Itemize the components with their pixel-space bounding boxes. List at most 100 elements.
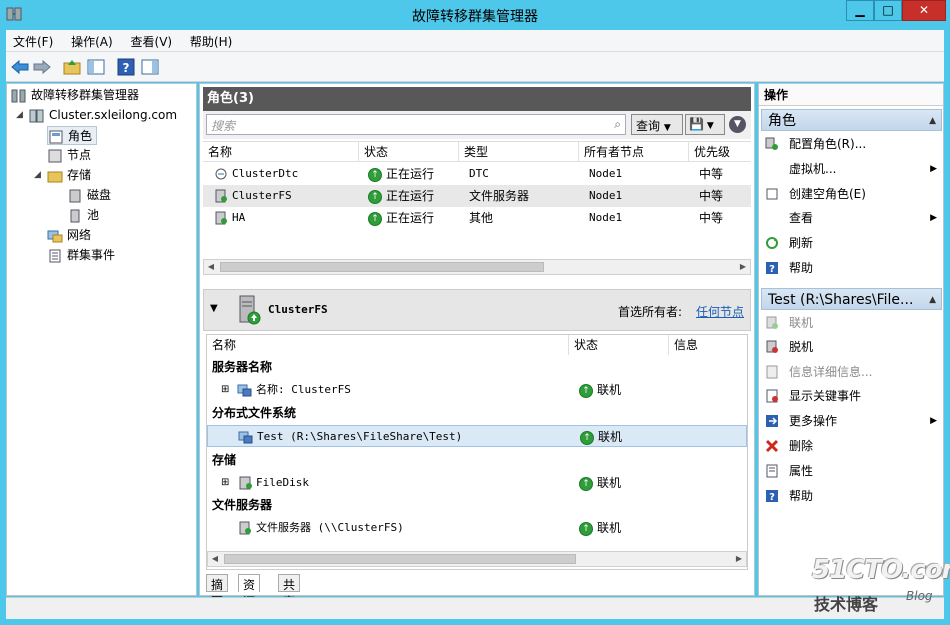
online-arrow-icon: ↑	[579, 383, 593, 398]
forward-arrow-icon[interactable]	[32, 57, 52, 77]
action-more-actions[interactable]: 更多操作 ▶	[763, 411, 941, 431]
maximize-button[interactable]: □	[874, 0, 902, 21]
submenu-arrow-icon: ▶	[930, 213, 937, 223]
properties-icon	[766, 464, 778, 478]
watermark-subtitle: 技术博客	[814, 595, 879, 614]
table-row[interactable]: ClusterDtc ↑ 正在运行 DTC Node1 中等	[203, 163, 751, 185]
tree-cluster[interactable]: Cluster.sxleilong.com	[29, 106, 177, 125]
tree-networks[interactable]: 网络	[47, 226, 91, 245]
menu-file[interactable]: 文件(F)	[6, 30, 60, 53]
column-header-status[interactable]: 状态	[359, 142, 459, 162]
action-create-empty-role[interactable]: 创建空角色(E)	[763, 184, 941, 204]
collapse-icon[interactable]: ◢	[16, 110, 23, 120]
menu-help[interactable]: 帮助(H)	[183, 30, 239, 53]
tab-summary[interactable]: 摘要	[206, 574, 229, 609]
search-input[interactable]: 搜索 ⌕	[206, 114, 626, 135]
resource-status: 联机	[597, 521, 622, 535]
tab-shares[interactable]: 共享	[278, 574, 301, 609]
role-type: 其他	[469, 211, 494, 225]
save-query-button[interactable]: 💾 ▼	[685, 114, 725, 135]
watermark-brand: 51CTO.com	[812, 555, 950, 585]
minimize-button[interactable]: ▁	[846, 0, 874, 21]
menu-view[interactable]: 查看(V)	[124, 30, 180, 53]
scroll-right-icon[interactable]: ▶	[736, 260, 750, 274]
list-item[interactable]: ⊞ 名称: ClusterFS ↑ 联机	[207, 379, 747, 401]
action-label: 联机	[789, 316, 814, 330]
expand-icon[interactable]: ⊞	[221, 472, 229, 494]
scroll-left-icon[interactable]: ◀	[204, 260, 218, 274]
column-header-name[interactable]: 名称	[207, 335, 569, 355]
column-header-priority[interactable]: 优先级	[689, 142, 751, 162]
column-header-info[interactable]: 信息	[669, 335, 747, 355]
table-row[interactable]: HA ↑ 正在运行 其他 Node1 中等	[203, 207, 751, 229]
tree-events[interactable]: 群集事件	[47, 246, 115, 265]
action-refresh[interactable]: 刷新	[763, 233, 941, 253]
back-arrow-icon[interactable]	[10, 57, 30, 77]
role-priority: 中等	[699, 167, 724, 181]
menu-action[interactable]: 操作(A)	[64, 30, 120, 53]
action-view[interactable]: 查看 ▶	[763, 208, 941, 228]
collapse-chevron-icon[interactable]: ▼	[210, 303, 218, 314]
scroll-right-icon[interactable]: ▶	[732, 552, 746, 566]
close-button[interactable]: ✕	[902, 0, 946, 21]
show-hide-action-pane-icon[interactable]	[140, 57, 160, 77]
tree-pools-label: 池	[87, 208, 100, 222]
tab-resources[interactable]: 资源	[238, 574, 261, 609]
roles-table: 名称 状态 类型 所有者节点 优先级 ClusterDtc ↑ 正在运行 DTC …	[203, 141, 751, 275]
action-detailed-info[interactable]: 信息详细信息...	[763, 362, 941, 382]
collapse-up-icon[interactable]: ▲	[929, 110, 936, 130]
role-status-cell: ↑ 正在运行	[368, 163, 434, 185]
action-delete[interactable]: 删除	[763, 436, 941, 456]
list-item[interactable]: ⊞ FileDisk ↑ 联机	[207, 472, 747, 494]
action-label: 脱机	[789, 340, 814, 354]
help-icon[interactable]: ?	[116, 57, 136, 77]
scroll-left-icon[interactable]: ◀	[208, 552, 222, 566]
tree-roles[interactable]: 角色	[47, 126, 98, 145]
tree-storage[interactable]: 存储	[47, 166, 91, 185]
column-header-name[interactable]: 名称	[203, 142, 359, 162]
action-help[interactable]: ? 帮助	[763, 258, 941, 278]
list-item[interactable]: 文件服务器 (\\ClusterFS) ↑ 联机	[207, 517, 747, 539]
roles-header: 角色(3)	[203, 87, 751, 111]
action-virtual-machines[interactable]: 虚拟机... ▶	[763, 159, 941, 179]
tree-pools[interactable]: 池	[67, 206, 99, 225]
empty-role-icon	[766, 188, 778, 200]
action-configure-role[interactable]: 配置角色(R)...	[763, 134, 941, 154]
tree-root[interactable]: 故障转移群集管理器	[11, 86, 139, 105]
critical-events-icon	[766, 389, 778, 403]
show-hide-tree-icon[interactable]	[86, 57, 106, 77]
action-properties[interactable]: 属性	[763, 461, 941, 481]
roles-horizontal-scrollbar[interactable]: ◀ ▶	[203, 259, 751, 275]
actions-section-roles[interactable]: 角色 ▲	[761, 109, 942, 131]
network-icon	[47, 230, 63, 242]
online-arrow-icon: ↑	[579, 476, 593, 491]
action-help-resource[interactable]: ? 帮助	[763, 486, 941, 506]
expand-chevron-icon[interactable]: ▼	[729, 116, 746, 133]
navigation-tree: 故障转移群集管理器 ◢ Cluster.sxleilong.com 角色 节点 …	[6, 83, 197, 596]
collapse-up-icon[interactable]: ▲	[929, 289, 936, 309]
column-header-type[interactable]: 类型	[459, 142, 579, 162]
preferred-owner-link[interactable]: 任何节点	[696, 303, 744, 320]
resource-name: 名称: ClusterFS	[256, 383, 351, 396]
action-bring-online[interactable]: 联机	[763, 313, 941, 333]
tree-nodes[interactable]: 节点	[47, 146, 91, 165]
table-row[interactable]: ClusterFS ↑ 正在运行 文件服务器 Node1 中等	[203, 185, 751, 207]
list-item[interactable]: Test (R:\Shares\FileShare\Test) ↑ 联机	[207, 425, 747, 447]
scroll-thumb[interactable]	[224, 554, 576, 564]
scroll-thumb[interactable]	[220, 262, 544, 272]
tree-disks[interactable]: 磁盘	[67, 186, 111, 205]
query-button[interactable]: 查询 ▼	[631, 114, 683, 135]
action-show-critical-events[interactable]: 显示关键事件	[763, 386, 941, 406]
actions-section-resource[interactable]: Test (R:\Shares\File... ▲	[761, 288, 942, 310]
disk-icon	[239, 476, 252, 490]
column-header-status[interactable]: 状态	[569, 335, 669, 355]
up-folder-icon[interactable]	[62, 57, 82, 77]
resources-horizontal-scrollbar[interactable]: ◀ ▶	[207, 551, 747, 567]
action-label: 查看	[789, 211, 814, 225]
collapse-icon[interactable]: ◢	[34, 170, 41, 180]
action-take-offline[interactable]: 脱机	[763, 337, 941, 357]
expand-icon[interactable]: ⊞	[221, 379, 229, 401]
column-header-owner[interactable]: 所有者节点	[579, 142, 689, 162]
pool-icon	[70, 209, 80, 222]
role-priority: 中等	[699, 211, 724, 225]
